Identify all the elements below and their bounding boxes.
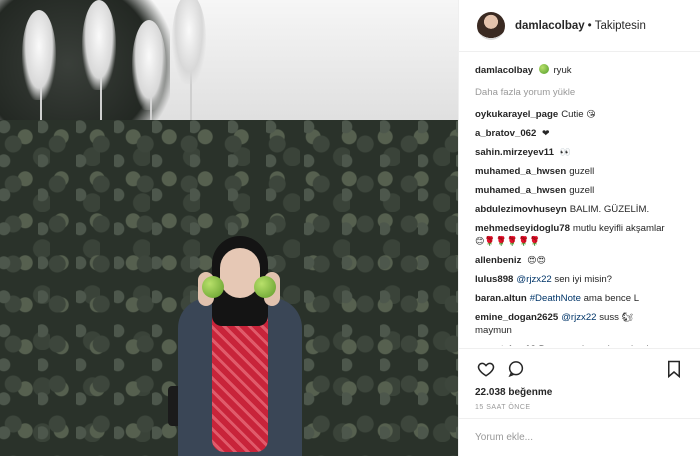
green-apple-right <box>254 276 276 298</box>
comment-username[interactable]: abdulezimovhuseyn <box>475 204 567 215</box>
comment-item: mehmedseyidoglu78 mutlu keyifli akşamlar … <box>475 222 684 248</box>
comment-item: abdulezimovhuseyn BALIM. GÜZELİM. <box>475 203 684 216</box>
comment-username[interactable]: lulus898 <box>475 274 513 285</box>
comment-text: guzell <box>569 185 595 196</box>
comment-icon[interactable] <box>505 358 527 380</box>
comment-emoji: ❤ <box>542 128 550 138</box>
action-icons <box>475 357 685 381</box>
header-username[interactable]: damlacolbay <box>515 20 585 32</box>
comment-username[interactable]: baran.altun <box>475 293 527 304</box>
comment-username[interactable]: mehmedseyidoglu78 <box>475 223 570 234</box>
comment-emoji: 🐿 <box>621 312 634 322</box>
add-comment-input[interactable] <box>475 432 685 443</box>
comments-list: damlacolbay ryuk Daha fazla yorum yükle … <box>459 52 700 346</box>
comment-text: BALIM. GÜZELİM. <box>569 204 650 215</box>
comment-text: Cutie <box>561 109 584 120</box>
comment-username[interactable]: vusratekoz12 <box>475 344 536 346</box>
comment-username[interactable]: sahin.mirzeyev11 <box>475 147 554 158</box>
header-separator: • <box>587 19 592 32</box>
comment-mention[interactable]: @rjzx22 <box>561 312 596 323</box>
post-caption: damlacolbay ryuk <box>475 64 684 77</box>
post-photo[interactable] <box>0 0 458 456</box>
comment-emoji: 😍😍 <box>527 255 546 265</box>
comment-text: guzell <box>569 166 595 177</box>
bookmark-icon[interactable] <box>663 358 685 380</box>
comment-item: muhamed_a_hwsen guzell <box>475 165 684 178</box>
post-sidebar: damlacolbay • Takiptesin damlacolbay ryu… <box>458 0 700 456</box>
heart-icon[interactable] <box>475 358 497 380</box>
comment-username[interactable]: allenbeniz <box>475 255 521 266</box>
post-header: damlacolbay • Takiptesin <box>459 0 700 52</box>
post-timestamp: 15 SAAT ÖNCE <box>475 404 531 411</box>
instagram-post: damlacolbay • Takiptesin damlacolbay ryu… <box>0 0 700 456</box>
comment-text: suss <box>599 312 619 323</box>
comment-entries: oykukarayel_page Cutie 😘 a_bratov_062 ❤ sah… <box>475 108 684 346</box>
comment-username[interactable]: a_bratov_062 <box>475 128 536 139</box>
comment-item: oykukarayel_page Cutie 😘 <box>475 108 684 121</box>
comment-item: lulus898 @rjzx22 sen iyi misin? <box>475 273 684 286</box>
comment-item: vusratekoz12Bazen sadece elma olmak <box>475 343 684 346</box>
comment-username[interactable]: oykukarayel_page <box>475 109 558 120</box>
green-apple-left <box>202 276 224 298</box>
green-apple-icon <box>538 64 549 74</box>
comment-item: muhamed_a_hwsen guzell <box>475 184 684 197</box>
comment-text: mutlu keyifli akşamlar <box>572 223 665 234</box>
comment-username[interactable]: emine_dogan2625 <box>475 312 558 323</box>
comment-text-continued: maymun <box>475 325 512 336</box>
comment-item: sahin.mirzeyev11 👀 <box>475 146 684 159</box>
load-more-comments-link[interactable]: Daha fazla yorum yükle <box>475 87 684 98</box>
grass-plume <box>22 10 56 100</box>
grass-plume <box>172 0 206 84</box>
comment-emoji: 😘 <box>586 109 596 119</box>
post-actions: 22.038 beğenme 15 SAAT ÖNCE <box>459 348 700 411</box>
comment-mention[interactable]: @rjzx22 <box>516 274 551 285</box>
comment-item: baran.altun #DeathNote ama bence L <box>475 292 684 305</box>
comment-text: Bazen sadece elma olmak <box>539 344 652 346</box>
comment-emoji: 👀 <box>559 147 571 157</box>
grass-plume <box>132 20 166 110</box>
add-comment-bar <box>459 418 700 456</box>
comment-item: allenbeniz 😍😍 <box>475 254 684 267</box>
caption-username[interactable]: damlacolbay <box>475 65 533 76</box>
caption-text: ryuk <box>553 65 572 76</box>
comment-username[interactable]: muhamed_a_hwsen <box>475 166 566 177</box>
comment-text: sen iyi misin? <box>554 274 613 285</box>
comment-emoji: 😊🌹🌹🌹🌹🌹 <box>475 236 541 246</box>
comment-username[interactable]: muhamed_a_hwsen <box>475 185 566 196</box>
avatar[interactable] <box>477 11 505 40</box>
photo-person <box>168 236 308 456</box>
comment-item: emine_dogan2625 @rjzx22 suss 🐿 maymun <box>475 311 684 337</box>
likes-count[interactable]: 22.038 beğenme <box>475 387 685 398</box>
follow-status[interactable]: Takiptesin <box>595 20 646 32</box>
grass-plume <box>82 0 116 90</box>
comment-text: ama bence L <box>583 293 640 304</box>
comment-item: a_bratov_062 ❤ <box>475 127 684 140</box>
comment-mention[interactable]: #DeathNote <box>530 293 581 304</box>
